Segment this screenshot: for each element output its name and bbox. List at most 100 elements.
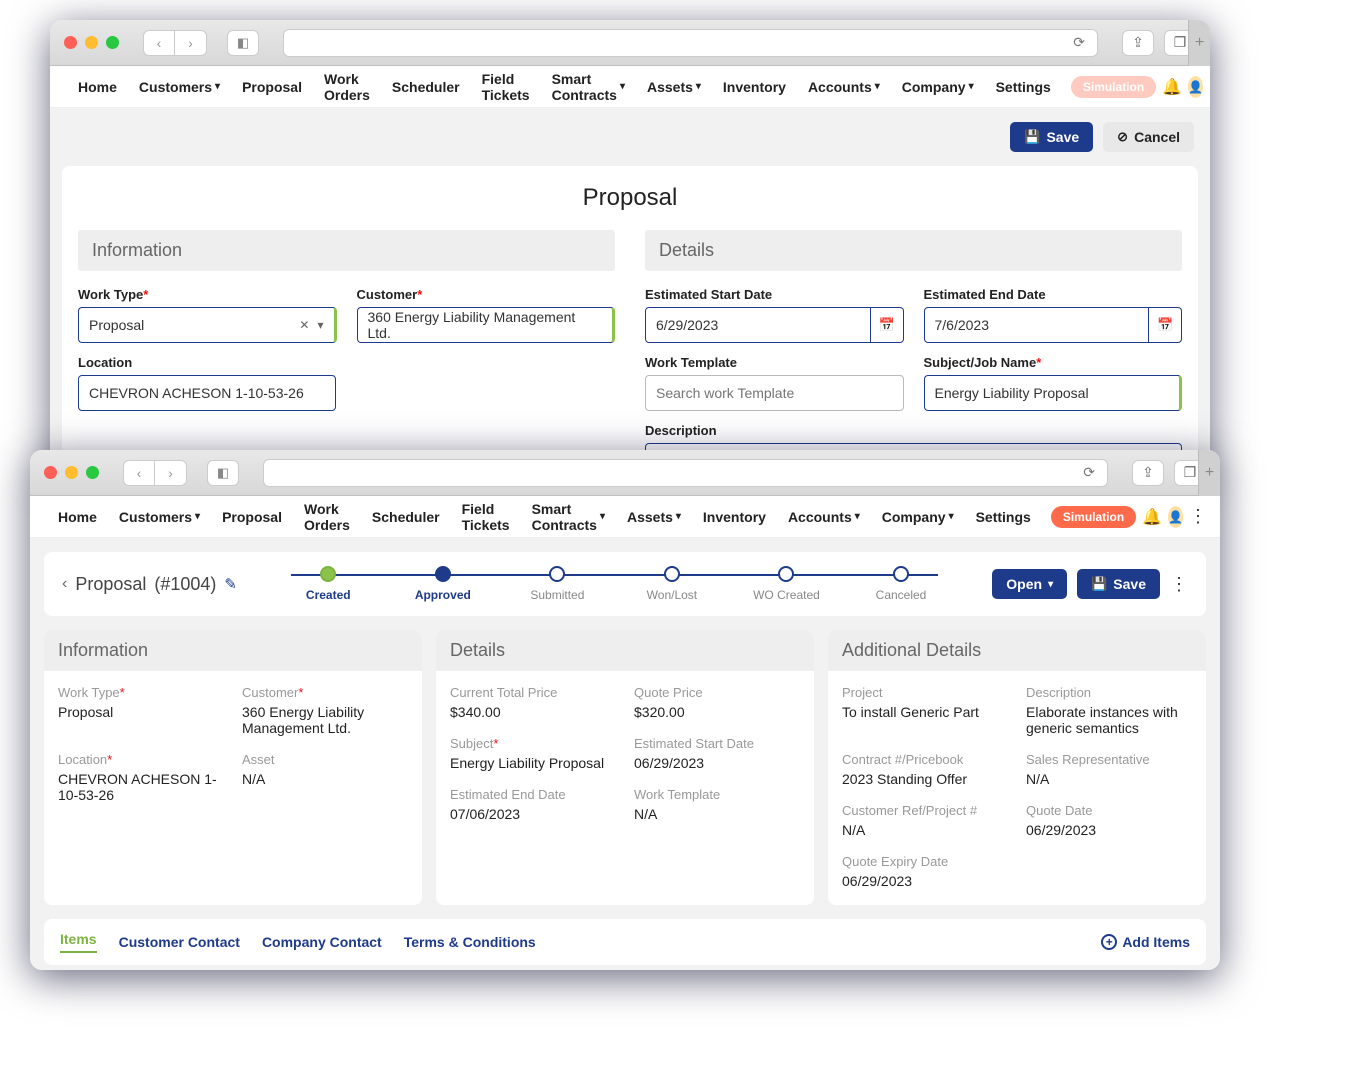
save-icon: 💾 — [1024, 129, 1040, 145]
reload-icon[interactable]: ⟳ — [1073, 34, 1085, 51]
nav-back-button[interactable]: ‹ — [143, 30, 175, 56]
tab-customer-contact[interactable]: Customer Contact — [119, 934, 240, 950]
nav-company[interactable]: Company▾ — [874, 505, 962, 529]
save-button[interactable]: 💾Save — [1077, 569, 1160, 599]
bell-icon[interactable]: 🔔 — [1142, 507, 1162, 527]
est-end-input[interactable]: 7/6/2023 — [924, 307, 1150, 343]
back-icon[interactable]: ‹ — [62, 575, 67, 593]
work-template-input[interactable] — [645, 375, 904, 411]
kebab-menu-icon[interactable]: ⋮ — [1170, 574, 1188, 595]
nav-field-tickets[interactable]: Field Tickets — [474, 67, 538, 107]
nav-settings[interactable]: Settings — [968, 505, 1039, 529]
plus-icon: + — [1101, 934, 1117, 950]
nav-forward-button[interactable]: › — [155, 460, 187, 486]
chevron-down-icon: ▾ — [676, 511, 681, 522]
step-wo-created[interactable]: WO Created — [729, 566, 844, 602]
nav-proposal[interactable]: Proposal — [214, 505, 290, 529]
step-won-lost[interactable]: Won/Lost — [615, 566, 730, 602]
browser-window-2: ‹ › ◧ ⟳ ⇪ ❐ + Home Customers▾ Proposal W… — [30, 450, 1220, 970]
project-value: To install Generic Part — [842, 704, 1008, 720]
step-created[interactable]: Created — [271, 566, 386, 602]
nav-proposal[interactable]: Proposal — [234, 75, 310, 99]
step-approved[interactable]: Approved — [386, 566, 501, 602]
chevron-down-icon[interactable]: ▾ — [317, 318, 323, 332]
close-window-icon[interactable] — [44, 466, 57, 479]
quote-price-label: Quote Price — [634, 685, 800, 700]
app-navbar: Home Customers▾ Proposal Work Orders Sch… — [50, 66, 1210, 108]
url-bar[interactable]: ⟳ — [263, 459, 1108, 487]
browser-window-1: ‹ › ◧ ⟳ ⇪ ❐ + Home Customers▾ Proposal W… — [50, 20, 1210, 472]
tab-company-contact[interactable]: Company Contact — [262, 934, 382, 950]
add-items-button[interactable]: +Add Items — [1101, 934, 1190, 950]
user-avatar[interactable]: 👤 — [1188, 76, 1203, 98]
url-bar[interactable]: ⟳ — [283, 29, 1098, 57]
close-window-icon[interactable] — [64, 36, 77, 49]
new-tab-button[interactable]: + — [1188, 20, 1210, 66]
nav-home[interactable]: Home — [50, 505, 105, 529]
new-tab-button[interactable]: + — [1198, 450, 1220, 496]
section-additional: Additional Details — [828, 630, 1206, 671]
minimize-window-icon[interactable] — [85, 36, 98, 49]
calendar-icon[interactable]: 📅 — [871, 307, 904, 343]
nav-work-orders[interactable]: Work Orders — [296, 497, 358, 537]
total-price-value: $340.00 — [450, 704, 616, 720]
nav-smart-contracts[interactable]: Smart Contracts▾ — [544, 67, 633, 107]
est-start-input[interactable]: 6/29/2023 — [645, 307, 871, 343]
nav-settings[interactable]: Settings — [988, 75, 1059, 99]
subject-input[interactable]: Energy Liability Proposal — [924, 375, 1183, 411]
step-canceled[interactable]: Canceled — [844, 566, 959, 602]
step-submitted[interactable]: Submitted — [500, 566, 615, 602]
nav-smart-contracts[interactable]: Smart Contracts▾ — [524, 497, 613, 537]
nav-scheduler[interactable]: Scheduler — [364, 505, 448, 529]
work-type-select[interactable]: Proposal ✕▾ — [78, 307, 337, 343]
nav-company[interactable]: Company▾ — [894, 75, 982, 99]
nav-accounts[interactable]: Accounts▾ — [800, 75, 888, 99]
nav-accounts[interactable]: Accounts▾ — [780, 505, 868, 529]
work-template-label: Work Template — [634, 787, 800, 802]
nav-forward-button[interactable]: › — [175, 30, 207, 56]
nav-inventory[interactable]: Inventory — [715, 75, 794, 99]
reload-icon[interactable]: ⟳ — [1083, 464, 1095, 481]
maximize-window-icon[interactable] — [106, 36, 119, 49]
quote-expiry-value: 06/29/2023 — [842, 873, 1008, 889]
location-input[interactable]: CHEVRON ACHESON 1-10-53-26 — [78, 375, 336, 411]
simulation-badge[interactable]: Simulation — [1071, 76, 1156, 98]
nav-scheduler[interactable]: Scheduler — [384, 75, 468, 99]
subject-label: Subject* — [450, 736, 616, 751]
nav-assets[interactable]: Assets▾ — [619, 505, 689, 529]
customer-select[interactable]: 360 Energy Liability Management Ltd. — [357, 307, 616, 343]
nav-home[interactable]: Home — [70, 75, 125, 99]
nav-inventory[interactable]: Inventory — [695, 505, 774, 529]
cancel-button[interactable]: ⊘Cancel — [1103, 122, 1194, 152]
nav-customers[interactable]: Customers▾ — [111, 505, 208, 529]
tab-terms[interactable]: Terms & Conditions — [404, 934, 536, 950]
edit-icon[interactable]: ✎ — [224, 575, 237, 593]
maximize-window-icon[interactable] — [86, 466, 99, 479]
status-stepper: Created Approved Submitted Won/Lost WO C… — [251, 566, 978, 602]
tab-items[interactable]: Items — [60, 931, 97, 953]
clear-icon[interactable]: ✕ — [299, 318, 309, 332]
nav-field-tickets[interactable]: Field Tickets — [454, 497, 518, 537]
record-id: (#1004) — [154, 574, 216, 595]
user-avatar[interactable]: 👤 — [1168, 506, 1183, 528]
share-icon[interactable]: ⇪ — [1132, 460, 1164, 486]
traffic-lights — [44, 466, 99, 479]
sidebar-toggle-icon[interactable]: ◧ — [227, 30, 259, 56]
nav-assets[interactable]: Assets▾ — [639, 75, 709, 99]
bell-icon[interactable]: 🔔 — [1162, 77, 1182, 97]
nav-customers[interactable]: Customers▾ — [131, 75, 228, 99]
open-dropdown-button[interactable]: Open▾ — [992, 569, 1067, 599]
sidebar-toggle-icon[interactable]: ◧ — [207, 460, 239, 486]
kebab-menu-icon[interactable]: ⋮ — [1209, 76, 1210, 97]
kebab-menu-icon[interactable]: ⋮ — [1189, 506, 1207, 527]
minimize-window-icon[interactable] — [65, 466, 78, 479]
nav-back-button[interactable]: ‹ — [123, 460, 155, 486]
calendar-icon[interactable]: 📅 — [1149, 307, 1182, 343]
nav-work-orders[interactable]: Work Orders — [316, 67, 378, 107]
asset-value: N/A — [242, 771, 408, 787]
section-details: Details — [436, 630, 814, 671]
save-button[interactable]: 💾Save — [1010, 122, 1093, 152]
share-icon[interactable]: ⇪ — [1122, 30, 1154, 56]
simulation-badge[interactable]: Simulation — [1051, 506, 1136, 528]
customer-label: Customer* — [242, 685, 408, 700]
